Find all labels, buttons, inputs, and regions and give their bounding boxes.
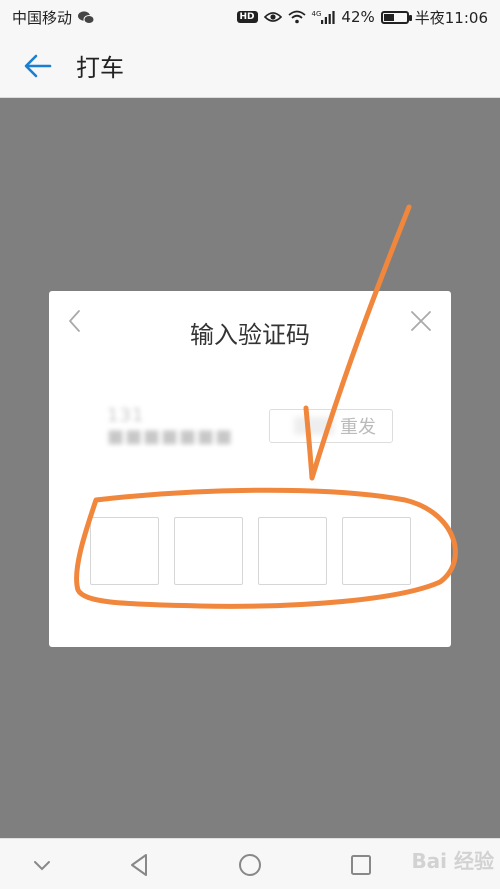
battery-level	[383, 13, 394, 21]
nav-recents-button[interactable]	[347, 851, 375, 879]
network-type-label: 4G	[311, 9, 322, 18]
carrier-label: 中国移动	[12, 8, 73, 27]
clock: 半夜11:06	[414, 8, 488, 27]
square-recents-icon	[351, 855, 371, 875]
battery-icon	[380, 10, 412, 24]
battery-percent: 42%	[341, 8, 375, 26]
code-digit-2[interactable]	[174, 517, 243, 585]
status-bar: 中国移动 HD 4G 42% 半夜11:06	[0, 0, 500, 34]
app-header: 打车	[0, 34, 500, 98]
dialog-title: 输入验证码	[190, 321, 310, 349]
circle-home-icon	[239, 854, 261, 876]
eye-icon	[263, 11, 282, 23]
code-digit-4[interactable]	[342, 517, 411, 585]
chevron-down-icon	[34, 861, 50, 871]
hd-badge: HD	[236, 11, 258, 23]
status-left: 中国移动	[12, 7, 95, 28]
code-digit-1[interactable]	[90, 517, 159, 585]
code-digit-3[interactable]	[258, 517, 327, 585]
verification-dialog: 输入验证码 131 ■■■■■■■ 重发	[49, 291, 451, 647]
code-input-group	[90, 517, 411, 585]
countdown-blurred	[294, 417, 334, 435]
watermark: Bai 经验	[411, 849, 494, 873]
nav-back-button[interactable]	[126, 851, 154, 879]
dialog-close-button[interactable]	[409, 309, 433, 333]
wifi-icon	[287, 10, 306, 24]
back-button[interactable]	[0, 34, 76, 98]
signal-icon: 4G	[311, 9, 336, 24]
phone-number: 131 ■■■■■■■	[107, 405, 234, 447]
close-icon	[411, 311, 431, 331]
page-title: 打车	[76, 54, 124, 82]
resend-button[interactable]: 重发	[269, 409, 393, 443]
triangle-back-icon	[131, 854, 147, 876]
wechat-icon	[78, 10, 95, 24]
arrow-left-icon	[24, 54, 52, 77]
status-right: HD 4G 42% 半夜11:06	[236, 7, 488, 28]
resend-label: 重发	[340, 417, 376, 438]
system-nav-bar: Bai 经验	[0, 838, 500, 889]
nav-home-button[interactable]	[236, 851, 264, 879]
nav-hide-button[interactable]	[28, 851, 56, 879]
phone-row: 131 ■■■■■■■ 重发	[107, 405, 393, 447]
